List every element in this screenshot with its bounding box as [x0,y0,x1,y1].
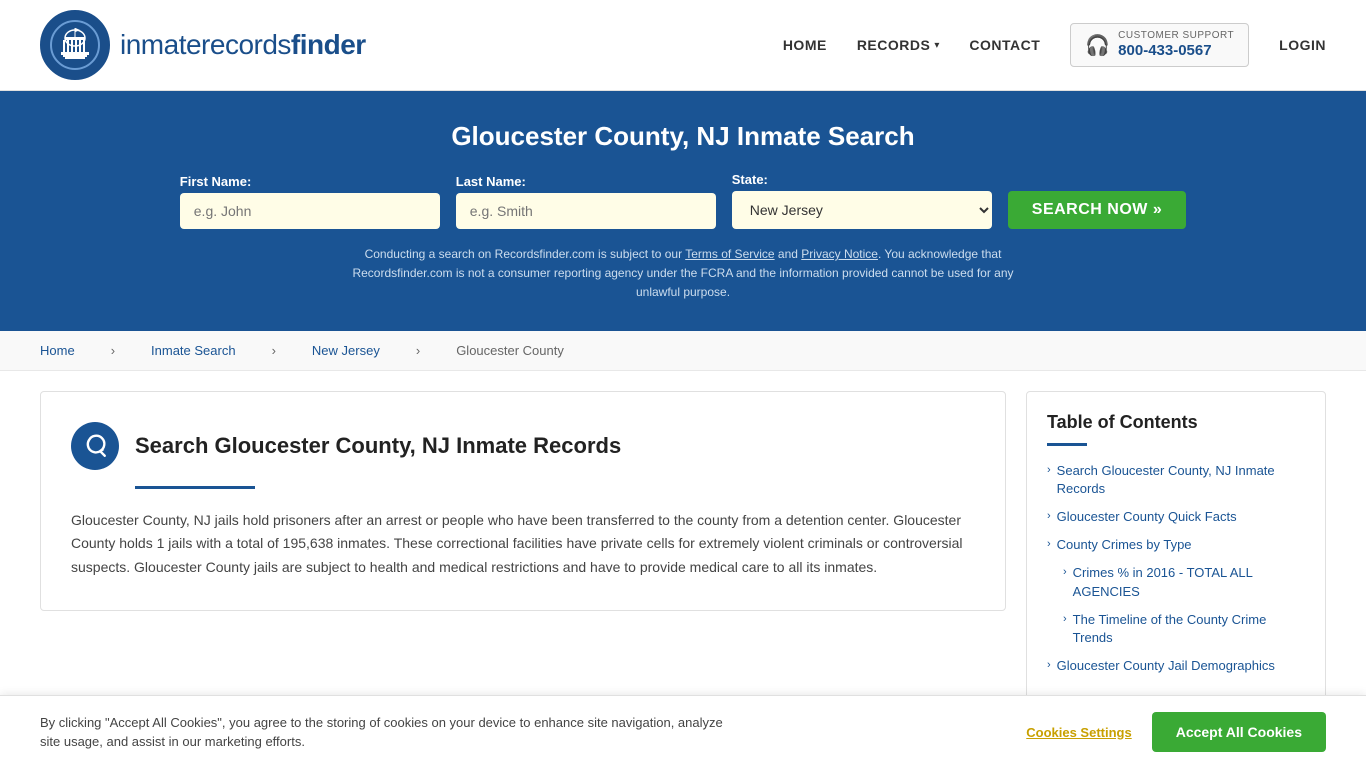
toc-link-6[interactable]: Gloucester County Jail Demographics [1057,657,1275,675]
section-title: Search Gloucester County, NJ Inmate Reco… [135,433,621,459]
toc-item-3[interactable]: › County Crimes by Type [1047,536,1305,554]
cookie-text: By clicking "Accept All Cookies", you ag… [40,713,740,752]
accept-all-cookies-button[interactable]: Accept All Cookies [1152,712,1326,752]
breadcrumb-new-jersey[interactable]: New Jersey [312,343,380,358]
toc-chevron-icon-6: › [1047,659,1051,671]
breadcrumb-current: Gloucester County [456,343,564,358]
content-area: Search Gloucester County, NJ Inmate Reco… [40,391,1006,611]
toc-item-4[interactable]: › Crimes % in 2016 - TOTAL ALL AGENCIES [1063,564,1305,600]
table-of-contents: Table of Contents › Search Gloucester Co… [1026,391,1326,707]
search-icon [82,433,108,459]
toc-chevron-icon-5: › [1063,613,1067,625]
breadcrumb: Home › Inmate Search › New Jersey › Glou… [0,331,1366,371]
first-name-group: First Name: [180,174,440,229]
cookie-actions: Cookies Settings Accept All Cookies [1026,712,1326,752]
support-label: CUSTOMER SUPPORT [1118,30,1234,42]
toc-link-3[interactable]: County Crimes by Type [1057,536,1192,554]
cookies-settings-button[interactable]: Cookies Settings [1026,725,1131,740]
toc-link-4[interactable]: Crimes % in 2016 - TOTAL ALL AGENCIES [1073,564,1305,600]
main-body-text: Gloucester County, NJ jails hold prisone… [71,509,975,580]
last-name-input[interactable] [456,193,716,229]
toc-chevron-icon-2: › [1047,510,1051,522]
content-header: Search Gloucester County, NJ Inmate Reco… [71,422,975,470]
logo-icon [40,10,110,80]
state-label: State: [732,172,768,187]
toc-chevron-icon-4: › [1063,566,1067,578]
last-name-group: Last Name: [456,174,716,229]
phone-icon: 🎧 [1085,33,1110,58]
nav-home[interactable]: HOME [783,37,827,53]
logo-area: inmaterecordsfinder [40,10,366,80]
main-nav: HOME RECORDS ▾ CONTACT 🎧 CUSTOMER SUPPOR… [783,23,1326,67]
last-name-label: Last Name: [456,174,526,189]
support-number: 800-433-0567 [1118,42,1234,60]
breadcrumb-sep-2: › [272,343,276,358]
search-now-button[interactable]: SEARCH NOW » [1008,191,1186,229]
login-button[interactable]: LOGIN [1279,37,1326,53]
toc-link-5[interactable]: The Timeline of the County Crime Trends [1073,611,1305,647]
logo-text: inmaterecordsfinder [120,29,366,61]
customer-support-box[interactable]: 🎧 CUSTOMER SUPPORT 800-433-0567 [1070,23,1249,67]
state-group: State: New Jersey Alabama California Flo… [732,172,992,229]
nav-records-label[interactable]: RECORDS [857,37,931,53]
state-select[interactable]: New Jersey Alabama California Florida Ne… [732,191,992,229]
toc-chevron-icon-3: › [1047,538,1051,550]
first-name-label: First Name: [180,174,252,189]
search-hero: Gloucester County, NJ Inmate Search Firs… [0,91,1366,331]
records-chevron-icon: ▾ [934,40,939,51]
header: inmaterecordsfinder HOME RECORDS ▾ CONTA… [0,0,1366,91]
nav-records[interactable]: RECORDS ▾ [857,37,940,53]
toc-item-1[interactable]: › Search Gloucester County, NJ Inmate Re… [1047,462,1305,498]
toc-item-2[interactable]: › Gloucester County Quick Facts [1047,508,1305,526]
main-content: Search Gloucester County, NJ Inmate Reco… [0,371,1366,727]
toc-link-2[interactable]: Gloucester County Quick Facts [1057,508,1237,526]
breadcrumb-home[interactable]: Home [40,343,75,358]
toc-item-5[interactable]: › The Timeline of the County Crime Trend… [1063,611,1305,647]
toc-chevron-icon-1: › [1047,464,1051,476]
title-underline [135,486,255,489]
breadcrumb-sep-3: › [416,343,420,358]
cookie-banner: By clicking "Accept All Cookies", you ag… [0,695,1366,768]
toc-item-6[interactable]: › Gloucester County Jail Demographics [1047,657,1305,675]
section-icon [71,422,119,470]
toc-divider [1047,443,1087,446]
terms-link[interactable]: Terms of Service [685,247,774,261]
support-text: CUSTOMER SUPPORT 800-433-0567 [1118,30,1234,60]
breadcrumb-inmate-search[interactable]: Inmate Search [151,343,236,358]
toc-title: Table of Contents [1047,412,1305,433]
privacy-link[interactable]: Privacy Notice [801,247,878,261]
disclaimer-text: Conducting a search on Recordsfinder.com… [333,245,1033,303]
nav-contact[interactable]: CONTACT [969,37,1040,53]
first-name-input[interactable] [180,193,440,229]
search-form: First Name: Last Name: State: New Jersey… [40,172,1326,229]
breadcrumb-sep-1: › [111,343,115,358]
hero-title: Gloucester County, NJ Inmate Search [40,121,1326,152]
toc-link-1[interactable]: Search Gloucester County, NJ Inmate Reco… [1057,462,1305,498]
